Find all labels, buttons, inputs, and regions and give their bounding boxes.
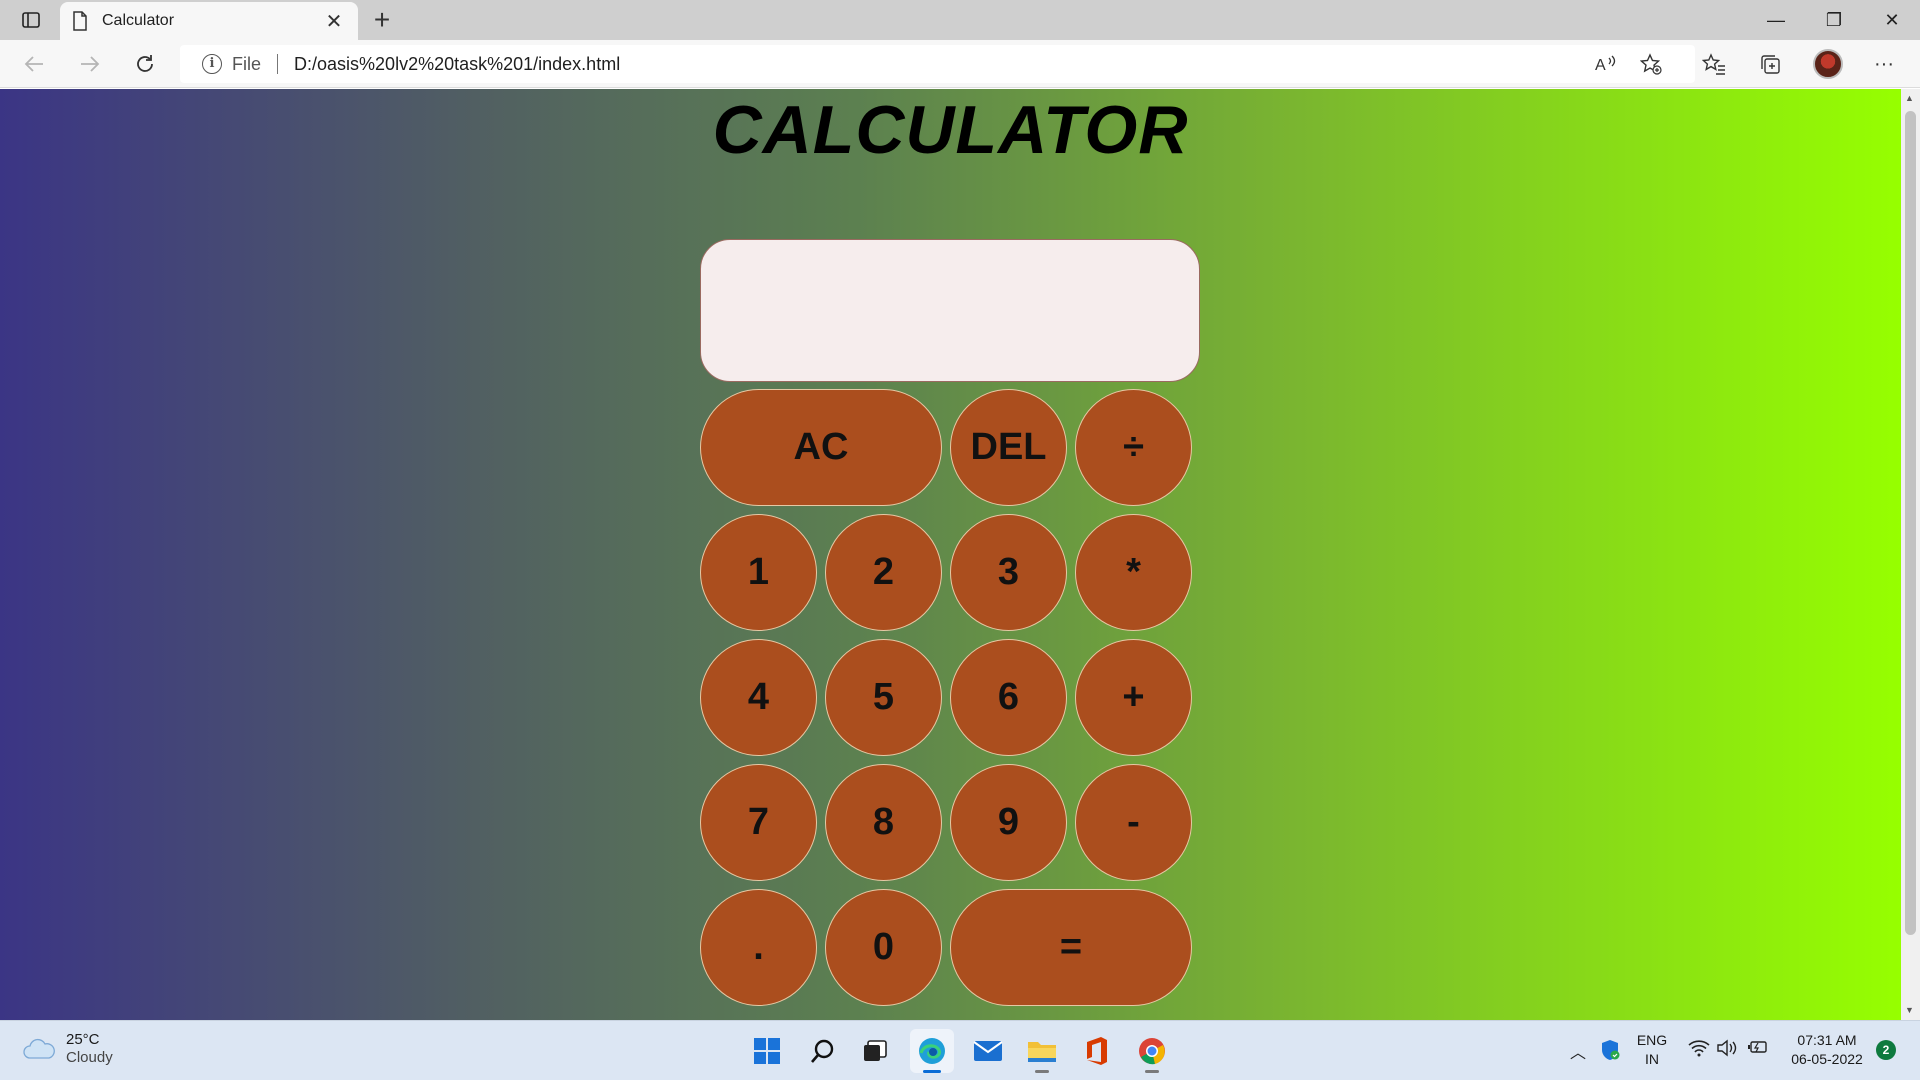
minimize-button[interactable]: —	[1748, 0, 1804, 40]
browser-toolbar: i File D:/oasis%20lv2%20task%201/index.h…	[0, 40, 1920, 88]
calculator-display	[700, 239, 1200, 382]
tab-title: Calculator	[102, 12, 175, 29]
key-7[interactable]: 7	[700, 764, 817, 881]
browser-tab[interactable]: Calculator ✕	[60, 2, 358, 40]
key-3[interactable]: 3	[950, 514, 1067, 631]
language-indicator[interactable]: ENG IN	[1634, 1031, 1670, 1069]
refresh-button[interactable]	[127, 46, 163, 82]
clock-date: 06-05-2022	[1791, 1051, 1863, 1067]
key-divide[interactable]: ÷	[1075, 389, 1192, 506]
scrollbar-thumb[interactable]	[1905, 111, 1916, 935]
mail-icon[interactable]	[966, 1029, 1010, 1073]
cloud-icon	[23, 1038, 55, 1059]
key-all-clear[interactable]: AC	[700, 389, 942, 506]
language-region: IN	[1645, 1051, 1659, 1067]
key-plus[interactable]: +	[1075, 639, 1192, 756]
scroll-up-icon[interactable]: ▲	[1905, 93, 1914, 103]
forward-button[interactable]	[72, 46, 108, 82]
clock[interactable]: 07:31 AM 06-05-2022	[1782, 1031, 1872, 1069]
site-info-icon[interactable]: i	[202, 54, 222, 74]
vertical-scrollbar[interactable]: ▲ ▼	[1901, 89, 1920, 1020]
file-explorer-icon[interactable]	[1020, 1029, 1064, 1073]
svg-text:A: A	[1595, 57, 1606, 73]
browser-tab-bar: Calculator ✕ + — ❐ ✕	[0, 0, 1920, 40]
battery-icon[interactable]	[1746, 1039, 1768, 1060]
edge-icon[interactable]	[910, 1029, 954, 1073]
weather-temperature: 25°C	[66, 1031, 100, 1048]
favorites-icon[interactable]	[1694, 46, 1734, 82]
key-2[interactable]: 2	[825, 514, 942, 631]
key-0[interactable]: 0	[825, 889, 942, 1006]
tab-actions-icon[interactable]	[14, 8, 48, 32]
add-favorite-icon[interactable]	[1633, 46, 1669, 82]
tab-close-button[interactable]: ✕	[322, 9, 346, 34]
start-icon[interactable]	[745, 1029, 789, 1073]
address-separator	[277, 54, 279, 74]
wifi-icon[interactable]	[1688, 1039, 1710, 1062]
key-8[interactable]: 8	[825, 764, 942, 881]
key-6[interactable]: 6	[950, 639, 1067, 756]
task-view-icon[interactable]	[853, 1029, 897, 1073]
more-icon[interactable]: ···	[1864, 46, 1904, 82]
forward-arrow-icon	[81, 56, 100, 72]
taskbar: 25°C Cloudy ︿ ENG IN 07:31 AM 06-05-2022	[0, 1020, 1920, 1080]
refresh-icon	[137, 55, 153, 72]
volume-icon[interactable]	[1716, 1039, 1738, 1062]
key-multiply[interactable]: *	[1075, 514, 1192, 631]
read-aloud-icon[interactable]: A	[1588, 46, 1624, 82]
profile-avatar[interactable]	[1808, 46, 1848, 82]
key-minus[interactable]: -	[1075, 764, 1192, 881]
restore-button[interactable]: ❐	[1806, 0, 1862, 40]
key-4[interactable]: 4	[700, 639, 817, 756]
collections-icon[interactable]	[1750, 46, 1790, 82]
address-bar[interactable]: i File D:/oasis%20lv2%20task%201/index.h…	[180, 45, 1695, 83]
page-title: CALCULATOR	[712, 92, 1189, 168]
security-shield-icon[interactable]	[1600, 1039, 1620, 1066]
back-arrow-icon	[24, 56, 43, 72]
scroll-down-icon[interactable]: ▼	[1905, 1005, 1914, 1015]
key-1[interactable]: 1	[700, 514, 817, 631]
notification-badge[interactable]: 2	[1876, 1040, 1896, 1060]
key-decimal[interactable]: .	[700, 889, 817, 1006]
language-code: ENG	[1636, 1032, 1668, 1048]
key-equals[interactable]: =	[950, 889, 1192, 1006]
address-scheme: File	[232, 53, 262, 74]
chevron-up-icon[interactable]: ︿	[1570, 1039, 1586, 1063]
close-window-button[interactable]: ✕	[1864, 0, 1920, 40]
back-button[interactable]	[16, 46, 52, 82]
clock-time: 07:31 AM	[1797, 1032, 1857, 1048]
key-9[interactable]: 9	[950, 764, 1067, 881]
key-delete[interactable]: DEL	[950, 389, 1067, 506]
new-tab-button[interactable]: +	[368, 4, 396, 36]
key-5[interactable]: 5	[825, 639, 942, 756]
document-icon	[73, 11, 87, 31]
page-viewport: CALCULATOR AC DEL ÷ 1 2 3 * 4 5 6 + 7 8 …	[0, 89, 1901, 1020]
weather-condition: Cloudy	[66, 1049, 113, 1066]
weather-widget[interactable]: 25°C Cloudy	[22, 1031, 113, 1067]
office-icon[interactable]	[1075, 1029, 1119, 1073]
search-icon[interactable]	[801, 1029, 845, 1073]
address-url[interactable]: D:/oasis%20lv2%20task%201/index.html	[294, 54, 620, 75]
chrome-icon[interactable]	[1130, 1029, 1174, 1073]
